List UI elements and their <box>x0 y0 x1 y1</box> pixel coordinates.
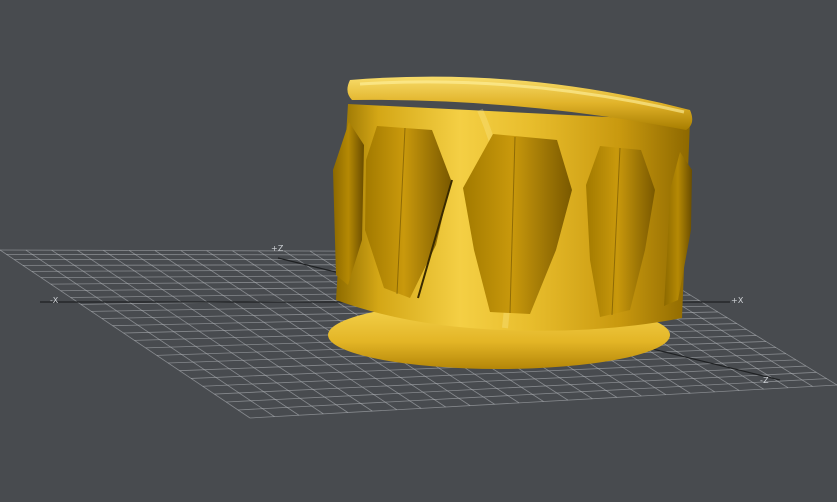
grid-line <box>51 249 300 416</box>
grid-line <box>226 371 817 403</box>
3d-viewport[interactable]: +Z -X +X -Z <box>0 0 837 502</box>
grid-line <box>0 249 251 419</box>
grid-line <box>214 365 807 395</box>
grid-line <box>25 249 275 417</box>
grid-line <box>77 249 324 415</box>
ring-drum-mesh[interactable] <box>328 76 693 369</box>
grid-line <box>103 249 349 413</box>
viewport-scene[interactable] <box>0 0 837 502</box>
grid-line <box>238 378 827 411</box>
grid-line <box>249 384 837 419</box>
